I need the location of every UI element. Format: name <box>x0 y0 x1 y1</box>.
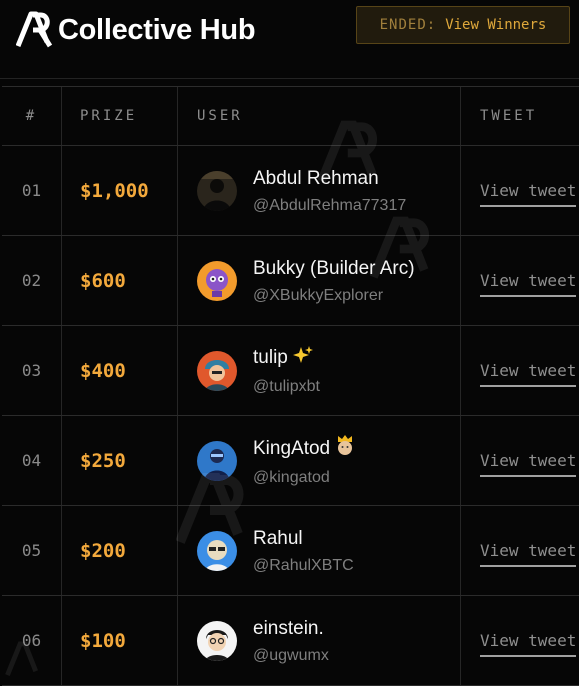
table-row: 04 $250 KingAtod @kingatod View tweet <box>2 416 579 506</box>
table-row: 06 $100 einstein. @ugwumx View tweet <box>2 596 579 686</box>
view-tweet-link[interactable]: View tweet <box>480 181 577 207</box>
view-tweet-link[interactable]: View tweet <box>480 361 577 387</box>
table-row: 02 $600 Bukky (Builder Arc) @XBukkyExplo… <box>2 236 579 326</box>
user-name: einstein. <box>253 617 324 639</box>
table-header-row: # PRIZE USER TWEET <box>2 87 579 146</box>
avatar[interactable] <box>197 530 237 571</box>
view-tweet-link[interactable]: View tweet <box>480 271 577 297</box>
view-winners-button[interactable]: ENDED: View Winners <box>356 6 570 44</box>
brand[interactable]: Collective Hub <box>16 10 256 50</box>
avatar[interactable] <box>197 170 237 211</box>
table-row: 01 $1,000 Abdul Rehman @AbdulRehma77317 … <box>2 146 579 236</box>
sparkles-icon <box>292 345 313 372</box>
avatar[interactable] <box>197 350 237 391</box>
prize-amount: $200 <box>80 539 126 562</box>
user-name: tulip <box>253 345 320 372</box>
rank: 03 <box>21 361 42 380</box>
user-handle[interactable]: @AbdulRehma77317 <box>253 197 406 215</box>
table-row: 03 $400 tulip @tulipxbt View tweet <box>2 326 579 416</box>
app-header: Collective Hub ENDED: View Winners <box>0 0 579 79</box>
rank: 05 <box>21 541 42 560</box>
crowned-face-icon <box>335 434 355 463</box>
view-tweet-link[interactable]: View tweet <box>480 541 577 567</box>
prize-amount: $100 <box>80 629 126 652</box>
header-rank: # <box>2 87 62 145</box>
user-name: Rahul <box>253 527 303 549</box>
rank: 04 <box>21 451 42 470</box>
rank: 02 <box>21 271 42 290</box>
header-user: USER <box>179 87 461 145</box>
rank: 01 <box>21 181 42 200</box>
user-handle[interactable]: @XBukkyExplorer <box>253 287 415 305</box>
status-prefix: ENDED: <box>379 17 437 33</box>
ar-logo-icon <box>16 10 56 50</box>
avatar[interactable] <box>197 620 237 661</box>
user-handle[interactable]: @tulipxbt <box>253 378 320 396</box>
user-name: Bukky (Builder Arc) <box>253 257 415 279</box>
avatar[interactable] <box>197 440 237 481</box>
user-handle[interactable]: @ugwumx <box>253 647 329 665</box>
table-row: 05 $200 Rahul @RahulXBTC View tweet <box>2 506 579 596</box>
rank: 06 <box>21 631 42 650</box>
user-name: Abdul Rehman <box>253 167 379 189</box>
user-name: KingAtod <box>253 434 355 463</box>
avatar[interactable] <box>197 260 237 301</box>
view-tweet-link[interactable]: View tweet <box>480 451 577 477</box>
brand-name: Collective Hub <box>58 13 256 46</box>
prize-amount: $1,000 <box>80 179 149 202</box>
user-handle[interactable]: @kingatod <box>253 469 355 487</box>
view-winners-link[interactable]: View Winners <box>445 17 546 33</box>
prize-amount: $600 <box>80 269 126 292</box>
header-tweet: TWEET <box>480 108 538 124</box>
view-tweet-link[interactable]: View tweet <box>480 631 577 657</box>
prize-amount: $250 <box>80 449 126 472</box>
prize-amount: $400 <box>80 359 126 382</box>
winners-table: # PRIZE USER TWEET 01 $1,000 Abdul Rehma… <box>2 86 579 686</box>
user-handle[interactable]: @RahulXBTC <box>253 557 354 575</box>
header-prize: PRIZE <box>62 87 178 145</box>
